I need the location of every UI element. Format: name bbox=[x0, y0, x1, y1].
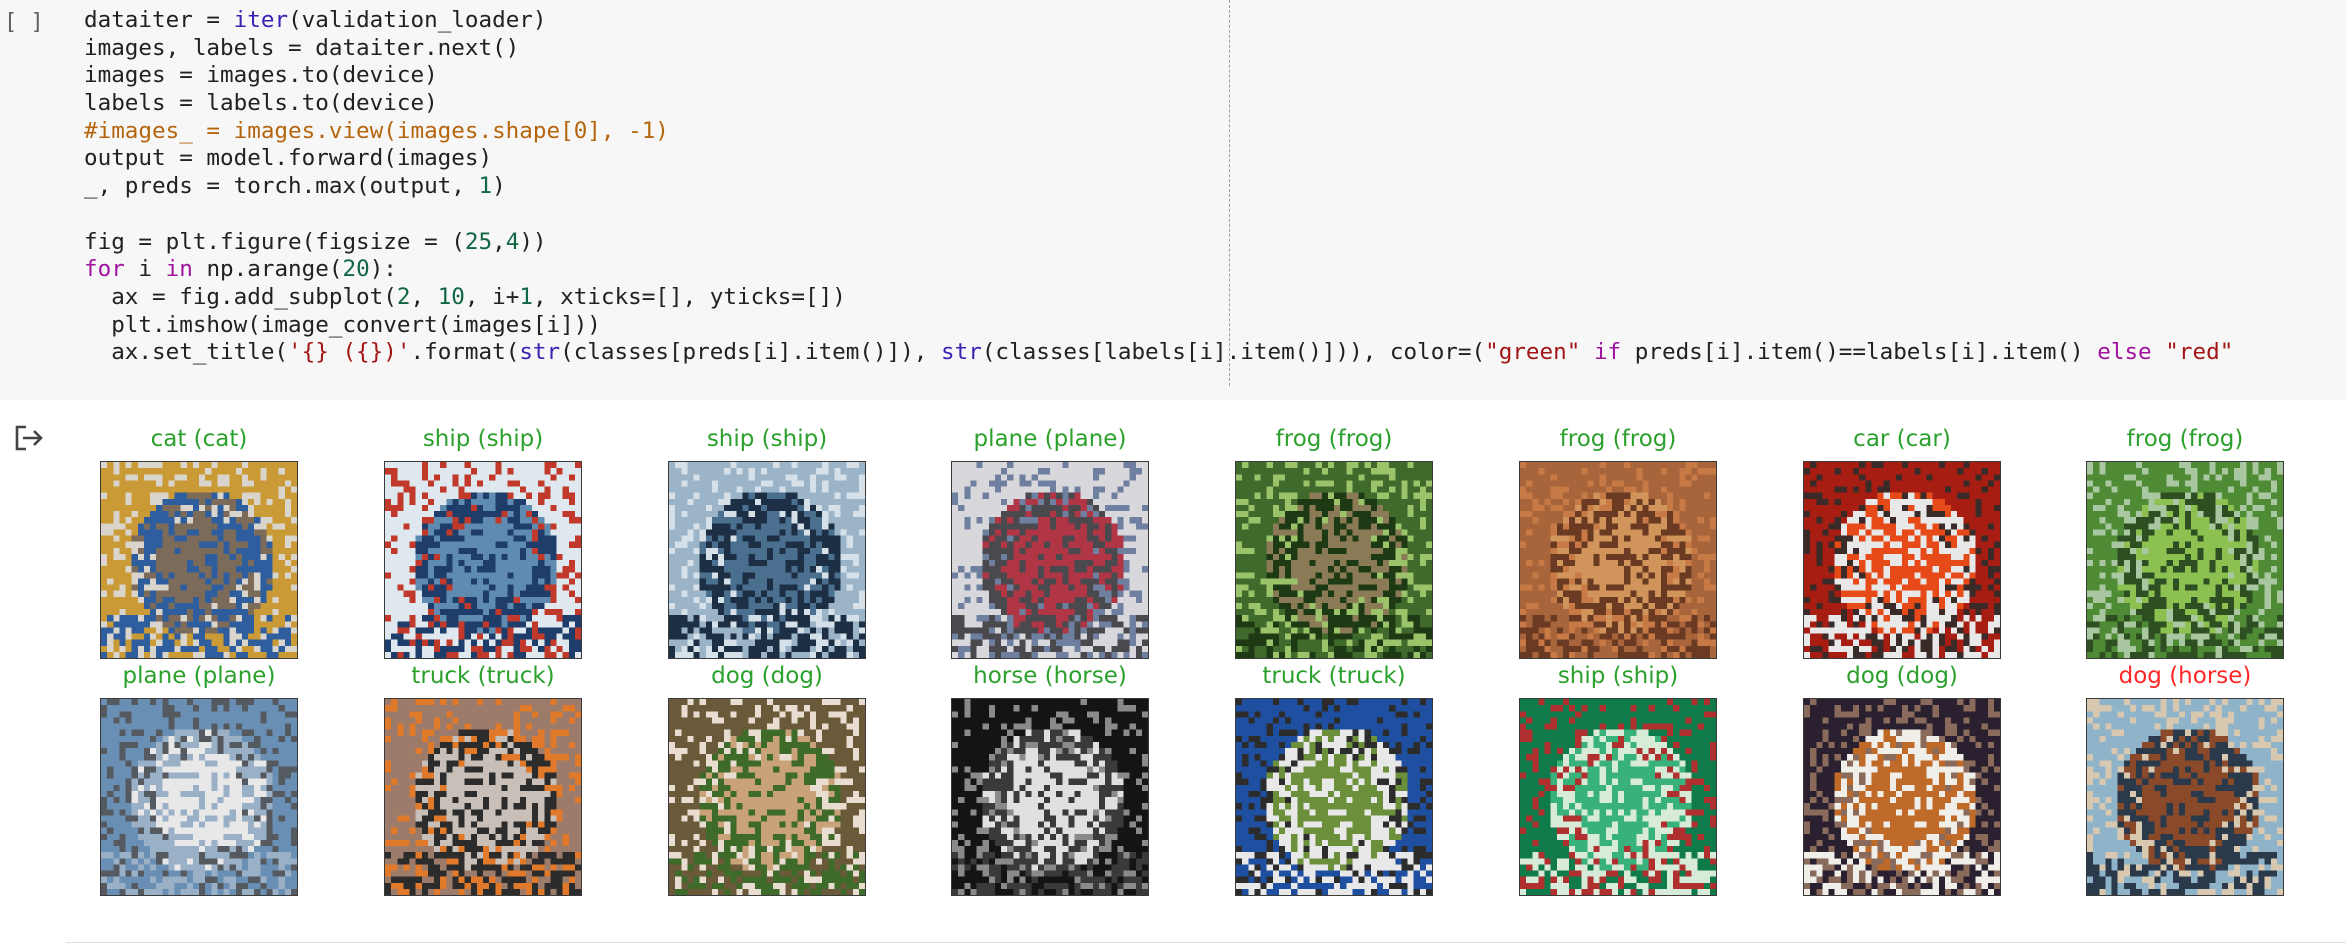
code-token: "green" bbox=[1485, 339, 1581, 366]
subplot-title: frog (frog) bbox=[2126, 426, 2244, 452]
code-token: 4 bbox=[505, 228, 520, 255]
code-token: "red" bbox=[2165, 339, 2234, 366]
code-token: 20 bbox=[342, 256, 370, 283]
code-token: ax.set_title( bbox=[84, 339, 289, 366]
code-token: 10 bbox=[437, 283, 465, 310]
code-line[interactable]: ax = fig.add_subplot(2, 10, i+1, xticks=… bbox=[84, 284, 2233, 312]
subplot-image-plane bbox=[100, 698, 298, 896]
subplot-title: plane (plane) bbox=[122, 663, 276, 689]
code-line[interactable]: _, preds = torch.max(output, 1) bbox=[84, 173, 2233, 201]
code-token: plt.imshow(image_convert(images[i])) bbox=[84, 311, 601, 338]
subplot-title: cat (cat) bbox=[150, 426, 248, 452]
subplot-title: ship (ship) bbox=[422, 426, 544, 452]
subplot-image-ship bbox=[668, 461, 866, 659]
code-token: )) bbox=[519, 228, 547, 255]
subplot-title: frog (frog) bbox=[1559, 426, 1677, 452]
code-token: '{} ({})' bbox=[288, 339, 411, 366]
code-line[interactable]: plt.imshow(image_convert(images[i])) bbox=[84, 312, 2233, 340]
code-token: (classes[labels[i].item()])), color=( bbox=[981, 339, 1486, 366]
code-token: iter bbox=[233, 7, 289, 33]
code-token: in bbox=[165, 256, 193, 283]
run-cell-button[interactable]: [ ] bbox=[4, 10, 44, 35]
code-line[interactable]: images = images.to(device) bbox=[84, 62, 2233, 90]
subplot-image-ship bbox=[384, 461, 582, 659]
code-token: (classes[preds[i].item()]), bbox=[560, 339, 941, 366]
subplot-title: ship (ship) bbox=[706, 426, 828, 452]
subplot-image-frog bbox=[2086, 461, 2284, 659]
subplot-title: ship (ship) bbox=[1557, 663, 1679, 689]
subplot-image-car bbox=[1803, 461, 2001, 659]
code-token: 1 bbox=[519, 283, 533, 310]
code-line[interactable]: output = model.forward(images) bbox=[84, 145, 2233, 173]
subplot-title: truck (truck) bbox=[1262, 663, 1406, 689]
subplot-title: frog (frog) bbox=[1275, 426, 1393, 452]
code-token: ) bbox=[492, 173, 506, 200]
code-line[interactable]: #images_ = images.view(images.shape[0], … bbox=[84, 118, 2233, 146]
code-token: ): bbox=[369, 256, 397, 283]
code-token: 25 bbox=[464, 228, 493, 255]
code-line[interactable]: fig = plt.figure(figsize = (25,4)) bbox=[84, 229, 2233, 257]
code-line[interactable] bbox=[84, 201, 2233, 229]
subplot-image-dog bbox=[1803, 698, 2001, 896]
code-editor[interactable]: dataiter = iter(validation_loader) images… bbox=[84, 7, 2233, 367]
code-line[interactable]: labels = labels.to(device) bbox=[84, 90, 2233, 118]
subplot-image-plane bbox=[951, 461, 1149, 659]
code-token: images = images.to(device) bbox=[84, 62, 438, 89]
subplot-image-dog bbox=[668, 698, 866, 896]
subplot-image-horse bbox=[2086, 698, 2284, 896]
code-token: preds[i].item()==labels[i].item() bbox=[1621, 339, 2098, 366]
code-line[interactable]: dataiter = iter(validation_loader) bbox=[84, 7, 2233, 35]
code-line[interactable]: images, labels = dataiter.next() bbox=[84, 35, 2233, 63]
code-token: str bbox=[519, 339, 561, 366]
subplot-image-truck bbox=[1235, 698, 1433, 896]
subplot-title: car (car) bbox=[1853, 426, 1951, 452]
code-token: , xticks=[], yticks=[]) bbox=[532, 283, 846, 310]
code-token: , i+ bbox=[464, 283, 520, 310]
cell-divider bbox=[66, 942, 2346, 943]
code-token: _, preds = torch.max(output, bbox=[84, 173, 479, 200]
code-token: i bbox=[124, 256, 166, 283]
code-token: if bbox=[1593, 339, 1622, 366]
code-token: (validation_loader) bbox=[288, 7, 547, 33]
subplot-title: plane (plane) bbox=[973, 426, 1127, 452]
code-token: #images_ = images.view(images.shape[0], … bbox=[84, 117, 669, 144]
subplot-title: dog (dog) bbox=[1846, 663, 1958, 689]
subplot-title: dog (horse) bbox=[2118, 663, 2252, 689]
code-token: output = model.forward(images) bbox=[84, 145, 493, 172]
code-line[interactable]: for i in np.arange(20): bbox=[84, 256, 2233, 284]
subplot-title: truck (truck) bbox=[411, 663, 555, 689]
code-token: , bbox=[492, 228, 506, 255]
code-cell[interactable]: [ ] dataiter = iter(validation_loader) im… bbox=[0, 0, 2346, 400]
line-length-ruler bbox=[1229, 0, 1230, 386]
code-token: np.arange( bbox=[192, 256, 343, 283]
code-token: images, labels = dataiter.next() bbox=[84, 34, 520, 61]
code-token: ax = fig.add_subplot( bbox=[84, 283, 397, 310]
code-token: 2 bbox=[396, 283, 411, 310]
subplot-image-ship bbox=[1519, 698, 1717, 896]
code-token: fig = plt.figure(figsize = ( bbox=[84, 228, 465, 255]
subplot-image-cat bbox=[100, 461, 298, 659]
subplot-image-frog bbox=[1519, 461, 1717, 659]
output-arrow-icon[interactable] bbox=[14, 424, 46, 452]
code-token: dataiter = bbox=[84, 7, 234, 33]
code-token: labels = labels.to(device) bbox=[84, 90, 438, 117]
cell-output: cat (cat) ship (ship) ship (ship) plane (pl… bbox=[0, 400, 2346, 944]
subplot-title: dog (dog) bbox=[711, 663, 823, 689]
subplot-image-horse bbox=[951, 698, 1149, 896]
subplot-image-truck bbox=[384, 698, 582, 896]
subplot-image-frog bbox=[1235, 461, 1433, 659]
code-token: 1 bbox=[478, 173, 493, 200]
code-token: .format( bbox=[410, 339, 520, 366]
code-token: , bbox=[410, 283, 438, 310]
code-line[interactable]: ax.set_title('{} ({})'.format(str(classe… bbox=[84, 339, 2233, 367]
code-token: else bbox=[2097, 339, 2152, 366]
subplot-title: horse (horse) bbox=[973, 663, 1127, 689]
code-token: str bbox=[941, 339, 982, 366]
code-token: for bbox=[84, 256, 125, 283]
